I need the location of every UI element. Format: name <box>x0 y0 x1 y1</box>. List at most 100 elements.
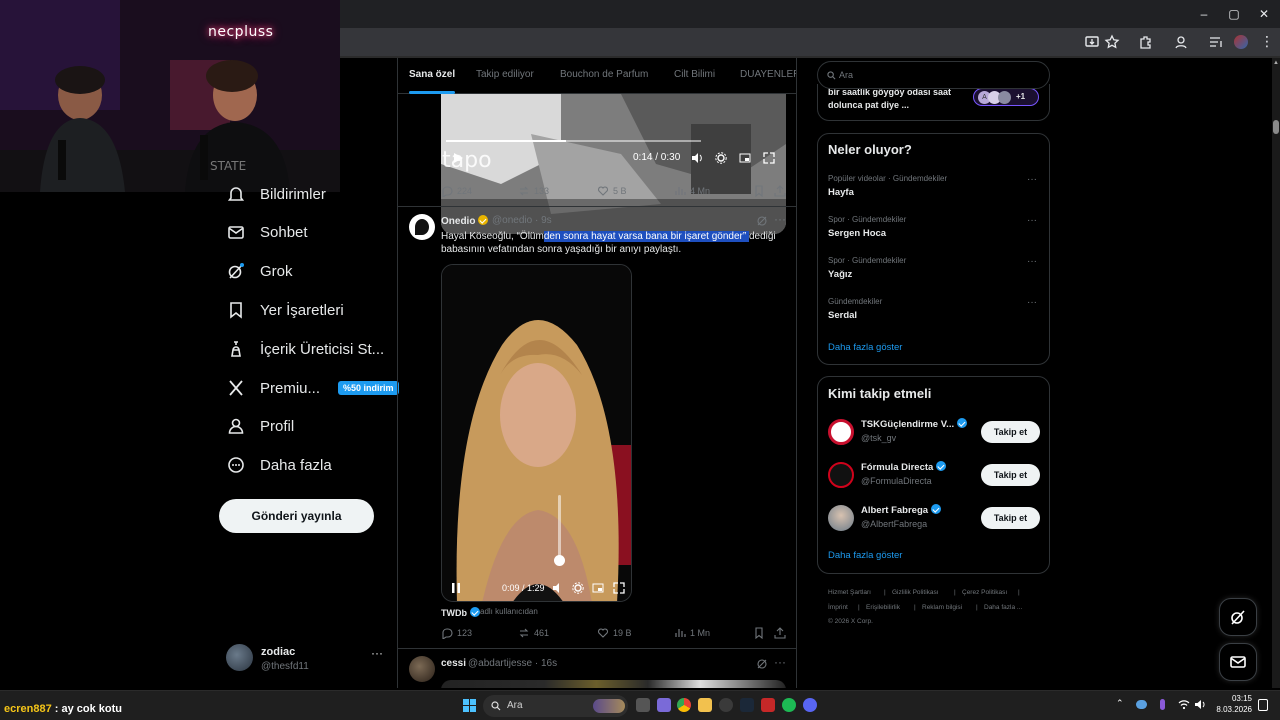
app-icon[interactable] <box>761 698 775 712</box>
avatar[interactable] <box>409 214 435 240</box>
footer-terms-link[interactable]: Hizmet Şartları <box>828 589 871 596</box>
trend-more-icon[interactable]: ··· <box>1027 174 1037 185</box>
pause-icon[interactable] <box>450 582 462 594</box>
post-more-icon[interactable]: ··· <box>774 655 786 669</box>
like-button[interactable]: 5 B <box>597 185 627 197</box>
browser-menu-icon[interactable]: ⋮ <box>1260 32 1274 50</box>
post-more-icon[interactable]: ··· <box>774 212 786 226</box>
repost-button[interactable]: 461 <box>518 627 549 639</box>
bookmark-star-icon[interactable] <box>1104 34 1120 50</box>
onedrive-icon[interactable] <box>1136 700 1147 709</box>
sidebar-item-notifications[interactable]: Bildirimler <box>226 178 326 210</box>
repost-button[interactable]: 133 <box>518 185 549 197</box>
trend-item[interactable]: Popüler videolar · Gündemdekiler Hayfa ·… <box>828 174 1040 204</box>
trend-item[interactable]: Gündemdekiler Serdal ··· <box>828 297 1040 327</box>
views-button[interactable]: 4 Mn <box>674 185 710 197</box>
post3-media[interactable] <box>441 680 786 688</box>
tab-duayenler[interactable]: DUAYENLER <box>740 69 796 80</box>
bookmark-icon[interactable] <box>753 627 765 639</box>
post1-video[interactable]: tapo 0:14 / 0:30 <box>441 94 786 234</box>
clock-time[interactable]: 03:15 <box>1227 694 1252 703</box>
volume-icon[interactable] <box>691 152 703 164</box>
follow-show-more-link[interactable]: Daha fazla göster <box>828 550 902 561</box>
minimize-button[interactable]: – <box>1196 6 1212 22</box>
chrome-icon[interactable] <box>677 698 691 712</box>
scroll-up-icon[interactable]: ▲ <box>1273 60 1279 66</box>
task-view-icon[interactable] <box>636 698 650 712</box>
grok-fab-button[interactable] <box>1219 598 1257 636</box>
live-space-card[interactable]: bir saatlik göygöy odası saat dolunca pa… <box>817 84 1050 121</box>
messages-fab-button[interactable] <box>1219 643 1257 681</box>
extensions-icon[interactable] <box>1138 34 1154 50</box>
install-app-icon[interactable] <box>1084 34 1100 50</box>
fullscreen-icon[interactable] <box>763 152 775 164</box>
post-button[interactable]: Gönderi yayınla <box>219 499 374 533</box>
notification-icon[interactable] <box>1258 699 1268 711</box>
share-icon[interactable] <box>774 627 786 639</box>
follow-suggestion[interactable]: Fórmula Directa @FormulaDirecta Takip et <box>828 460 1040 490</box>
volume-icon[interactable] <box>552 582 564 594</box>
steam-icon[interactable] <box>740 698 754 712</box>
sidebar-item-creator-studio[interactable]: İçerik Üreticisi St... <box>226 333 384 365</box>
profile-avatar[interactable] <box>1234 35 1248 49</box>
tab-bouchon-de-parfum[interactable]: Bouchon de Parfum <box>560 69 648 80</box>
grok-icon[interactable] <box>756 215 768 227</box>
author-name[interactable]: Onedio <box>441 215 489 227</box>
footer-more-link[interactable]: Daha fazla ... <box>984 604 1022 611</box>
page-scrollbar[interactable]: ▲ <box>1272 58 1280 688</box>
play-icon[interactable] <box>452 152 464 164</box>
volume-slider[interactable] <box>558 495 561 563</box>
views-button[interactable]: 1 Mn <box>674 627 710 639</box>
microphone-icon[interactable] <box>1160 699 1165 710</box>
account-more-icon[interactable]: ··· <box>371 646 383 660</box>
picture-in-picture-icon[interactable] <box>592 582 604 594</box>
share-icon[interactable] <box>774 185 786 197</box>
account-switcher[interactable]: zodiac @thesfd11 ··· <box>226 644 386 674</box>
app-icon[interactable] <box>657 698 671 712</box>
trend-item[interactable]: Spor · Gündemdekiler Sergen Hoca ··· <box>828 215 1040 245</box>
avatar[interactable] <box>409 656 435 682</box>
clock-date[interactable]: 8.03.2026 <box>1214 705 1252 714</box>
tab-cilt-bilimi[interactable]: Cilt Bilimi <box>674 69 715 80</box>
file-explorer-icon[interactable] <box>698 698 712 712</box>
grok-icon[interactable] <box>756 658 768 670</box>
like-button[interactable]: 19 B <box>597 627 632 639</box>
follow-button[interactable]: Takip et <box>981 464 1040 486</box>
post2-video[interactable]: 0:09 / 1:29 <box>441 264 632 602</box>
trend-more-icon[interactable]: ··· <box>1027 256 1037 267</box>
spotify-icon[interactable] <box>782 698 796 712</box>
sidebar-item-bookmarks[interactable]: Yer İşaretleri <box>226 294 344 326</box>
trend-item[interactable]: Spor · Gündemdekiler Yağız ··· <box>828 256 1040 286</box>
reply-button[interactable]: 224 <box>441 185 472 197</box>
sidebar-item-chat[interactable]: Sohbet <box>226 216 308 248</box>
sidebar-item-profile[interactable]: Profil <box>226 410 294 442</box>
author-name[interactable]: cessi <box>441 658 466 669</box>
footer-imprint-link[interactable]: İmprint <box>828 604 848 611</box>
scrollbar-thumb[interactable] <box>1273 120 1279 134</box>
close-window-button[interactable]: ✕ <box>1256 6 1272 22</box>
video-source-name[interactable]: TWDb <box>441 607 480 618</box>
windows-start-icon[interactable] <box>463 699 476 712</box>
picture-in-picture-icon[interactable] <box>739 152 751 164</box>
bookmark-icon[interactable] <box>753 185 765 197</box>
tab-following[interactable]: Takip ediliyor <box>476 69 534 80</box>
footer-accessibility-link[interactable]: Erişilebilirlik <box>866 604 900 611</box>
media-control-icon[interactable] <box>1208 34 1224 50</box>
maximize-button[interactable]: ▢ <box>1226 6 1242 22</box>
settings-icon[interactable] <box>572 582 584 594</box>
wifi-icon[interactable] <box>1178 699 1190 710</box>
reply-button[interactable]: 123 <box>441 627 472 639</box>
follow-suggestion[interactable]: Albert Fabrega @AlbertFabrega Takip et <box>828 503 1040 533</box>
tab-for-you[interactable]: Sana özel <box>409 69 455 80</box>
sidebar-item-premium[interactable]: Premiu... %50 indirim <box>226 372 399 404</box>
follow-button[interactable]: Takip et <box>981 507 1040 529</box>
fullscreen-icon[interactable] <box>613 582 625 594</box>
extension-puzzle-icon[interactable] <box>1173 34 1189 50</box>
footer-privacy-link[interactable]: Gizlilik Politikası <box>892 589 939 596</box>
follow-suggestion[interactable]: TSKGüçlendirme V... @tsk_gv Takip et <box>828 417 1040 447</box>
app-icon[interactable] <box>719 698 733 712</box>
sidebar-item-grok[interactable]: Grok <box>226 255 293 287</box>
footer-ads-info-link[interactable]: Reklam bilgisi <box>922 604 962 611</box>
volume-slider-handle[interactable] <box>554 555 565 566</box>
settings-icon[interactable] <box>715 152 727 164</box>
